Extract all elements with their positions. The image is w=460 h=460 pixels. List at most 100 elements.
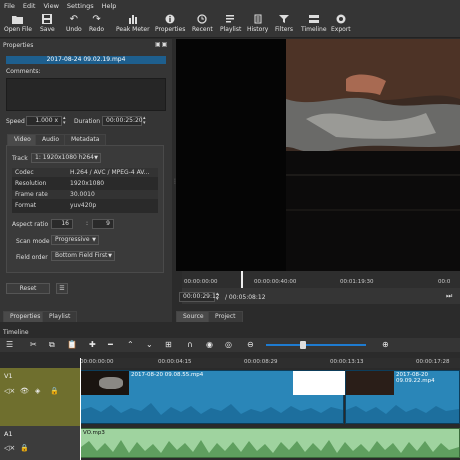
scrub-icon[interactable]: ◉: [206, 340, 213, 349]
menu-bar: File Edit View Settings Help: [0, 0, 460, 11]
field-order-label: Field order: [16, 254, 48, 261]
eye-icon[interactable]: 👁: [20, 387, 29, 395]
info-value: yuv420p: [70, 202, 97, 209]
composite-icon[interactable]: ◈: [35, 387, 40, 395]
timeline-tick-label: 00:00:17:28: [416, 359, 450, 365]
video-clip[interactable]: 2017-08-20 09.09.22.mp4: [345, 370, 460, 424]
ruler-tick-label: 00:00:00:00: [184, 279, 218, 285]
zoom-in-icon[interactable]: ⊕: [382, 340, 389, 349]
cut-icon[interactable]: ✂: [30, 340, 37, 349]
track-v1: 2017-08-20 09.08.55.mp4 2017-08-20 09.09…: [80, 368, 460, 426]
history-button[interactable]: History: [247, 13, 268, 33]
menu-edit[interactable]: Edit: [23, 2, 36, 10]
split-icon[interactable]: ⊞: [165, 340, 172, 349]
position-timecode[interactable]: 00:00:29:12: [179, 292, 220, 302]
filters-label: Filters: [275, 26, 293, 33]
duration-stepper-icon[interactable]: ▴ ▾: [143, 116, 150, 126]
audio-clip[interactable]: VO.mp3: [80, 428, 460, 458]
paste-icon[interactable]: 📋: [67, 340, 77, 349]
redo-icon: ↷: [92, 13, 101, 25]
lock-icon[interactable]: 🔒: [50, 387, 59, 395]
track-head-a1[interactable]: A1 ◁× 🔒: [0, 426, 80, 460]
viewer-resize-handle[interactable]: ⋮: [172, 178, 178, 185]
timeline-playhead[interactable]: [80, 358, 81, 460]
duration-field[interactable]: 00:00:25:20: [102, 116, 143, 126]
ripple-icon[interactable]: ◎: [225, 340, 232, 349]
peak-meter-button[interactable]: Peak Meter: [116, 13, 150, 33]
open-file-button[interactable]: Open File: [4, 13, 32, 33]
skip-to-end-icon[interactable]: ⏭: [446, 292, 452, 301]
position-stepper-icon[interactable]: ▴ ▾: [216, 292, 222, 302]
export-button[interactable]: Export: [331, 13, 351, 33]
menu-icon[interactable]: ☰: [56, 283, 68, 294]
info-key: Resolution: [15, 180, 47, 187]
timeline-menu-icon[interactable]: ☰: [6, 340, 13, 349]
timeline-button[interactable]: Timeline: [301, 13, 327, 33]
snap-icon[interactable]: ∩: [187, 340, 193, 349]
redo-button[interactable]: ↷ Redo: [89, 13, 105, 34]
tab-audio[interactable]: Audio: [35, 134, 67, 145]
chevron-down-icon: ▼: [94, 155, 98, 161]
speed-spinbox[interactable]: 1.000 x: [26, 116, 62, 126]
append-icon[interactable]: ✚: [89, 340, 96, 349]
zoom-slider-handle[interactable]: [300, 341, 306, 349]
remove-icon[interactable]: ━: [108, 340, 113, 349]
overwrite-icon[interactable]: ⌄: [146, 340, 153, 349]
video-viewer[interactable]: [176, 39, 460, 271]
aspect-width-spinbox[interactable]: 16: [51, 219, 73, 229]
mute-icon[interactable]: ◁×: [4, 444, 15, 452]
zoom-slider[interactable]: [266, 341, 366, 349]
video-frame: [176, 39, 460, 271]
menu-view[interactable]: View: [43, 2, 58, 10]
player-playhead[interactable]: [241, 271, 243, 288]
tab-source[interactable]: Source: [176, 311, 211, 322]
player-ruler[interactable]: 00:00:00:00 00:00:00:40:00 00:01:19:30 0…: [182, 271, 460, 288]
properties-button[interactable]: Properties: [155, 13, 185, 33]
redo-label: Redo: [89, 26, 105, 33]
tab-project[interactable]: Project: [208, 311, 243, 322]
clip-name: VO.mp3: [83, 430, 105, 436]
playlist-button[interactable]: Playlist: [220, 13, 241, 33]
tab-properties[interactable]: Properties: [3, 311, 48, 322]
undo-button[interactable]: ↶ Undo: [66, 13, 82, 34]
export-icon: [336, 13, 346, 25]
tab-metadata[interactable]: Metadata: [64, 134, 107, 145]
chevron-down-icon: ▼: [108, 253, 112, 259]
reset-button[interactable]: Reset: [6, 283, 50, 294]
filters-button[interactable]: Filters: [275, 13, 293, 33]
field-order-select[interactable]: Bottom Field First ▼: [51, 251, 115, 261]
panel-float-close-icon[interactable]: ▣▣: [155, 41, 168, 48]
tab-video[interactable]: Video: [7, 134, 38, 145]
menu-file[interactable]: File: [4, 2, 15, 10]
thumbnail-detail: [99, 377, 123, 389]
undo-icon: ↶: [69, 13, 79, 25]
chevron-down-icon: ▼: [92, 237, 96, 243]
menu-help[interactable]: Help: [102, 2, 117, 10]
track-select[interactable]: 1: 1920x1080 h264 ▼: [31, 153, 101, 163]
timeline-title: Timeline: [3, 329, 29, 336]
video-clip[interactable]: 2017-08-20 09.08.55.mp4: [80, 370, 345, 424]
filters-icon: [279, 13, 289, 25]
copy-icon[interactable]: ⧉: [49, 340, 55, 350]
clip-name: 2017-08-20 09.09.22.mp4: [396, 372, 435, 384]
field-order-value: Bottom Field First: [55, 252, 108, 259]
track-a1: VO.mp3: [80, 426, 460, 460]
recent-button[interactable]: Recent: [192, 13, 213, 33]
aspect-height-spinbox[interactable]: 9: [92, 219, 114, 229]
tab-playlist[interactable]: Playlist: [42, 311, 78, 322]
scan-mode-select[interactable]: Progressive ▼: [51, 235, 99, 245]
zoom-out-icon[interactable]: ⊖: [247, 340, 254, 349]
menu-settings[interactable]: Settings: [67, 2, 94, 10]
selected-file-name: 2017-08-24 09.02.19.mp4: [6, 56, 166, 64]
comments-textarea[interactable]: [6, 78, 166, 111]
timeline-ruler[interactable]: 00:00:00:00 00:00:04:15 00:00:08:29 00:0…: [80, 358, 460, 368]
timeline-splitter[interactable]: [0, 322, 460, 329]
speed-stepper-icon[interactable]: ▴ ▾: [63, 116, 70, 126]
track-head-v1[interactable]: V1 ◁× 👁 ◈ 🔒: [0, 368, 80, 426]
track-label: Track: [12, 155, 28, 162]
mute-icon[interactable]: ◁×: [4, 387, 15, 395]
player-controls: [182, 288, 460, 304]
save-button[interactable]: Save: [40, 13, 55, 33]
lock-icon[interactable]: 🔒: [20, 444, 29, 452]
lift-icon[interactable]: ⌃: [127, 340, 134, 349]
